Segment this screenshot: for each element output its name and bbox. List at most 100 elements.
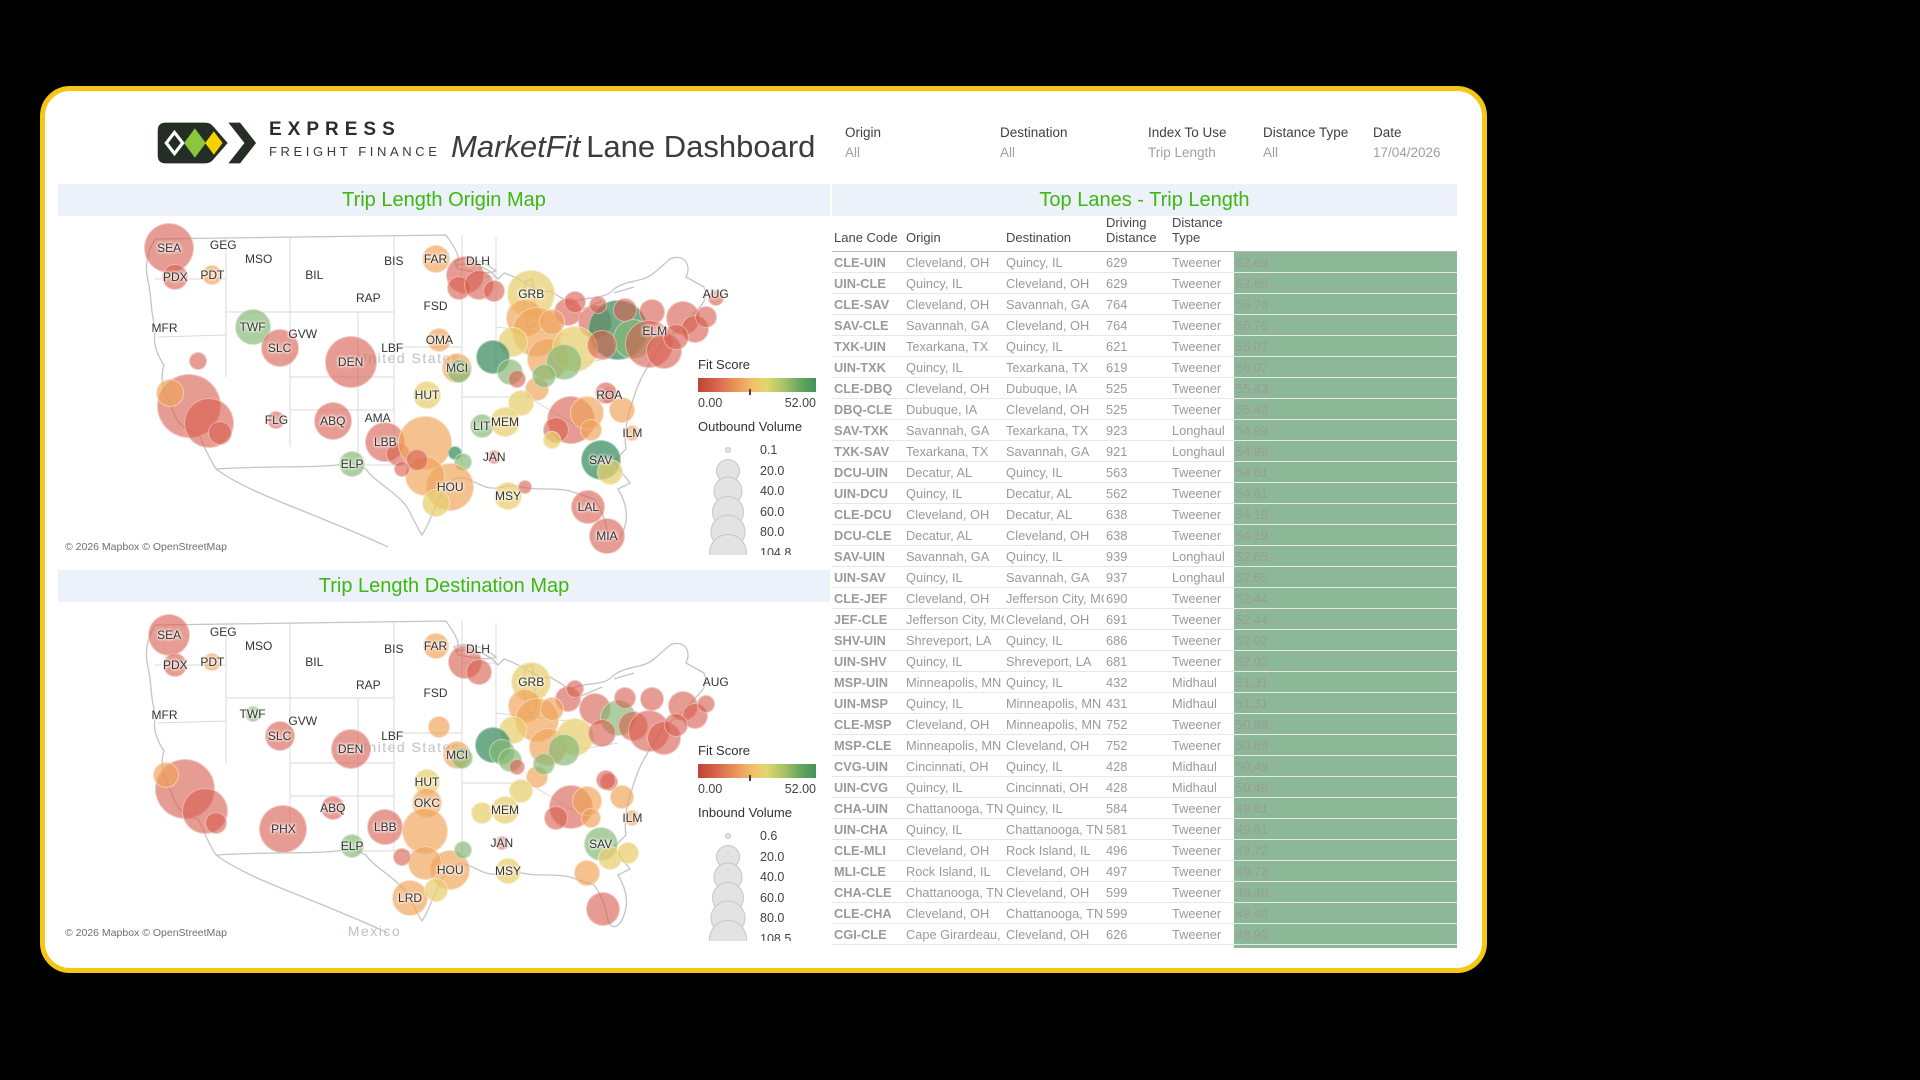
table-row[interactable]: UIN-DCUQuincy, ILDecatur, AL562Tweener54… — [832, 483, 1457, 504]
filter-index-to-use[interactable]: Index To Use Trip Length — [1148, 125, 1258, 160]
filter-origin-value[interactable]: All — [845, 145, 995, 160]
column-header[interactable]: Distance Type — [1170, 215, 1234, 252]
table-row[interactable]: UIN-MSPQuincy, ILMinneapolis, MN431Midha… — [832, 693, 1457, 714]
map-bubble[interactable] — [695, 306, 717, 328]
fit-score-cell: 49.81 — [1234, 819, 1457, 840]
map-bubble[interactable] — [596, 770, 616, 790]
map-bubble[interactable] — [508, 370, 526, 388]
table-row[interactable]: SHV-UINShreveport, LAQuincy, IL686Tweene… — [832, 630, 1457, 651]
table-row[interactable]: UIN-SHVQuincy, ILShreveport, LA681Tweene… — [832, 651, 1457, 672]
map-bubble[interactable] — [509, 759, 525, 775]
filter-destination-value[interactable]: All — [1000, 145, 1150, 160]
map-bubble[interactable] — [617, 842, 639, 864]
table-row[interactable]: CLE-MLICleveland, OHRock Island, IL496Tw… — [832, 840, 1457, 861]
map-bubble[interactable] — [483, 280, 505, 302]
lane-cell: Cape Girardeau, MO — [1004, 945, 1104, 949]
table-row[interactable]: MLI-CLERock Island, ILCleveland, OH497Tw… — [832, 861, 1457, 882]
table-row[interactable]: TXK-UINTexarkana, TXQuincy, IL621Tweener… — [832, 336, 1457, 357]
map-bubble[interactable] — [581, 808, 601, 828]
map-bubble[interactable] — [544, 806, 568, 830]
map-bubble[interactable] — [580, 419, 602, 441]
map-bubble[interactable] — [587, 330, 617, 360]
table-row[interactable]: CLE-CGICleveland, OHCape Girardeau, MO62… — [832, 945, 1457, 949]
lane-cell: 599 — [1104, 882, 1170, 903]
fit-score-cell: 48.93 — [1234, 945, 1457, 949]
table-row[interactable]: CLE-DBQCleveland, OHDubuque, IA525Tweene… — [832, 378, 1457, 399]
map-bubble[interactable] — [566, 680, 584, 698]
table-row[interactable]: CVG-UINCincinnati, OHQuincy, IL428Midhau… — [832, 756, 1457, 777]
table-row[interactable]: UIN-CHAQuincy, ILChattanooga, TN581Tween… — [832, 819, 1457, 840]
map-bubble[interactable] — [153, 762, 179, 788]
table-row[interactable]: CLE-MSPCleveland, OHMinneapolis, MN752Tw… — [832, 714, 1457, 735]
map-bubble[interactable] — [205, 812, 227, 834]
map-bubble[interactable] — [393, 848, 411, 866]
table-row[interactable]: MSP-UINMinneapolis, MNQuincy, IL432Midha… — [832, 672, 1457, 693]
map-bubble[interactable] — [613, 298, 637, 322]
map-bubble[interactable] — [208, 421, 232, 445]
lane-cell: MSP-CLE — [832, 735, 904, 756]
map-bubble[interactable] — [428, 716, 450, 738]
map-bubble[interactable] — [156, 379, 184, 407]
column-header[interactable] — [1234, 215, 1457, 252]
table-row[interactable]: CLE-SAVCleveland, OHSavannah, GA764Tween… — [832, 294, 1457, 315]
filter-destination[interactable]: Destination All — [1000, 125, 1150, 160]
map-bubble[interactable] — [533, 753, 555, 775]
map-bubble[interactable] — [664, 713, 688, 737]
map-bubble[interactable] — [540, 697, 564, 721]
column-header[interactable]: Driving Distance — [1104, 215, 1170, 252]
table-row[interactable]: CLE-CHACleveland, OHChattanooga, TN599Tw… — [832, 903, 1457, 924]
table-row[interactable]: CHA-UINChattanooga, TNQuincy, IL584Tween… — [832, 798, 1457, 819]
table-row[interactable]: DBQ-CLEDubuque, IACleveland, OH525Tweene… — [832, 399, 1457, 420]
map-bubble[interactable] — [588, 719, 616, 747]
table-row[interactable]: CGI-CLECape Girardeau, MOCleveland, OH62… — [832, 924, 1457, 945]
filter-origin[interactable]: Origin All — [845, 125, 995, 160]
map-bubble[interactable] — [466, 659, 492, 685]
table-row[interactable]: DCU-UINDecatur, ALQuincy, IL563Tweener54… — [832, 462, 1457, 483]
table-row[interactable]: UIN-TXKQuincy, ILTexarkana, TX619Tweener… — [832, 357, 1457, 378]
table-row[interactable]: SAV-TXKSavannah, GATexarkana, TX923Longh… — [832, 420, 1457, 441]
table-row[interactable]: JEF-CLEJefferson City, MOCleveland, OH69… — [832, 609, 1457, 630]
table-row[interactable]: UIN-SAVQuincy, ILSavannah, GA937Longhaul… — [832, 567, 1457, 588]
map-bubble[interactable] — [543, 431, 561, 449]
table-row[interactable]: CLE-UINCleveland, OHQuincy, IL629Tweener… — [832, 252, 1457, 273]
map-bubble[interactable] — [564, 291, 586, 313]
fit-score-cell: 49.40 — [1234, 882, 1457, 903]
table-row[interactable]: UIN-CLEQuincy, ILCleveland, OH629Tweener… — [832, 273, 1457, 294]
map-bubble[interactable] — [614, 687, 636, 709]
table-row[interactable]: TXK-SAVTexarkana, TXSavannah, GA921Longh… — [832, 441, 1457, 462]
map-bubble[interactable] — [189, 352, 207, 370]
table-row[interactable]: SAV-CLESavannah, GACleveland, OH764Tween… — [832, 315, 1457, 336]
map-bubble[interactable] — [586, 892, 620, 926]
table-row[interactable]: CLE-JEFCleveland, OHJefferson City, MO69… — [832, 588, 1457, 609]
column-header[interactable]: Destination — [1004, 215, 1104, 252]
map-bubble[interactable] — [394, 461, 410, 477]
column-header[interactable]: Lane Code — [832, 215, 904, 252]
filter-index-to-use-value[interactable]: Trip Length — [1148, 145, 1258, 160]
origin-map[interactable]: United StatesSEAGEGMSOBILPDXPDTMFRTWFGVW… — [58, 217, 830, 555]
table-row[interactable]: CLE-DCUCleveland, OHDecatur, AL638Tweene… — [832, 504, 1457, 525]
brand-text: EXPRESS FREIGHT FINANCE — [269, 119, 441, 159]
table-row[interactable]: UIN-CVGQuincy, ILCincinnati, OH428Midhau… — [832, 777, 1457, 798]
destination-map[interactable]: United StatesMexicoSEAGEGMSOBILPDXPDTMFR… — [58, 603, 830, 941]
map-bubble[interactable] — [424, 878, 448, 902]
map-bubble[interactable] — [640, 687, 664, 711]
map-bubble[interactable] — [532, 364, 556, 388]
lane-cell: 686 — [1104, 630, 1170, 651]
filter-distance-type-value[interactable]: All — [1263, 145, 1368, 160]
map-bubble[interactable] — [454, 841, 472, 859]
filter-distance-type[interactable]: Distance Type All — [1263, 125, 1368, 160]
filter-date[interactable]: Date 17/04/2026 — [1373, 125, 1473, 160]
table-row[interactable]: SAV-UINSavannah, GAQuincy, IL939Longhaul… — [832, 546, 1457, 567]
map-bubble[interactable] — [589, 296, 607, 314]
map-bubble[interactable] — [471, 802, 493, 824]
table-row[interactable]: DCU-CLEDecatur, ALCleveland, OH638Tweene… — [832, 525, 1457, 546]
table-row[interactable]: CHA-CLEChattanooga, TNCleveland, OH599Tw… — [832, 882, 1457, 903]
map-bubble[interactable] — [574, 860, 600, 886]
filter-date-value[interactable]: 17/04/2026 — [1373, 145, 1473, 160]
table-row[interactable]: MSP-CLEMinneapolis, MNCleveland, OH752Tw… — [832, 735, 1457, 756]
map-bubble[interactable] — [610, 785, 634, 809]
map-bubble[interactable] — [539, 309, 565, 335]
column-header[interactable]: Origin — [904, 215, 1004, 252]
top-lanes-table-container[interactable]: Lane CodeOriginDestinationDriving Distan… — [832, 215, 1457, 948]
map-bubble[interactable] — [697, 695, 715, 713]
